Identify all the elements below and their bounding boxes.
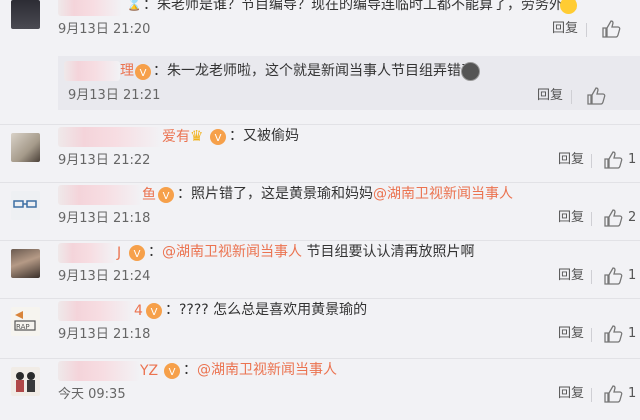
hourglass-icon: ⌛ [126, 0, 143, 12]
comment-text: ：照片错了，这是黄景瑜和妈妈@湖南卫视新闻当事人 [177, 185, 513, 204]
comment-4: 鱼 V ：照片错了，这是黄景瑜和妈妈@湖南卫视新闻当事人 9月13日 21:18… [0, 182, 640, 241]
divider [591, 388, 592, 402]
like-icon[interactable] [603, 385, 623, 403]
mention-link[interactable]: @湖南卫视新闻当事人 [162, 244, 302, 260]
timestamp: 9月13日 21:20 [58, 22, 151, 37]
avatar[interactable] [11, 367, 40, 396]
comment-5: J V ：@湖南卫视新闻当事人 节目组要认认清再放照片啊 9月13日 21:24… [0, 240, 640, 299]
username-blurred[interactable] [58, 301, 134, 321]
username-tail[interactable]: 爱有 [162, 128, 190, 146]
mention-link[interactable]: @湖南卫视新闻当事人 [197, 362, 337, 378]
avatar[interactable] [11, 133, 40, 162]
vip-badge-icon: V [129, 245, 145, 261]
comment-text: ：@湖南卫视新闻当事人 节目组要认认清再放照片啊 [148, 243, 474, 262]
svg-text:V: V [140, 68, 147, 79]
vip-badge-icon: V [164, 363, 180, 379]
svg-text:V: V [169, 367, 176, 378]
reply-button[interactable]: 回复 [558, 326, 584, 342]
comment-1: ⌛ ：朱老师是谁？节目编导？现在的编导连临时工都不能算了，劳务外包 9月13日 … [0, 0, 640, 52]
avatar[interactable] [11, 249, 40, 278]
comment-3: 爱有 ♛ V ：又被偷妈 9月13日 21:22 回复 1 [0, 124, 640, 183]
svg-text:V: V [163, 191, 170, 202]
like-count: 1 [628, 268, 637, 283]
comment-7: YZ V ：@湖南卫视新闻当事人 今天 09:35 回复 1 [0, 358, 640, 417]
like-icon[interactable] [603, 325, 623, 343]
username-blurred[interactable] [58, 243, 116, 263]
like-icon[interactable] [603, 209, 623, 227]
username-blurred[interactable] [58, 127, 162, 147]
username-tail[interactable]: 4 [134, 302, 143, 320]
comment-text: ：朱老师是谁？节目编导？现在的编导连临时工都不能算了，劳务外包 [143, 0, 577, 13]
timestamp: 9月13日 21:18 [58, 327, 151, 342]
username-blurred[interactable] [58, 361, 140, 381]
username-tail[interactable]: YZ [140, 362, 158, 380]
mention-link[interactable]: @湖南卫视新闻当事人 [373, 186, 513, 202]
vip-badge-icon: V [135, 64, 151, 80]
svg-text:V: V [215, 133, 222, 144]
emoji-icon [461, 62, 480, 81]
username-blurred[interactable] [58, 0, 122, 16]
svg-text:V: V [134, 249, 141, 260]
colon: ： [183, 362, 197, 378]
username-tail[interactable]: 理 [120, 62, 134, 80]
reply-thread: 理 V ：朱一龙老师啦，这个就是新闻当事人节目组弄错了 9月13日 21:21 … [58, 56, 640, 110]
colon: ： [148, 244, 162, 260]
like-icon[interactable] [603, 267, 623, 285]
avatar[interactable] [11, 0, 40, 29]
divider [591, 212, 592, 226]
like-count: 2 [628, 210, 637, 225]
comment-text: ：又被偷妈 [229, 128, 299, 144]
username-blurred[interactable] [58, 185, 142, 205]
reply-button[interactable]: 回复 [552, 21, 578, 37]
like-count: 1 [628, 152, 637, 167]
vip-badge-icon: V [158, 187, 174, 203]
timestamp: 9月13日 21:18 [58, 211, 151, 226]
username-tail[interactable]: 鱼 [142, 186, 156, 204]
username-tail[interactable]: J [117, 244, 121, 262]
username-blurred[interactable] [64, 61, 120, 81]
reply-button[interactable]: 回复 [558, 210, 584, 226]
divider [591, 328, 592, 342]
comment-text: ：???? 怎么总是喜欢用黄景瑜的 [165, 302, 368, 318]
svg-text:RAP: RAP [16, 323, 30, 331]
divider [571, 90, 572, 104]
timestamp: 今天 09:35 [58, 387, 126, 402]
reply-text: ：朱一龙老师啦，这个就是新闻当事人节目组弄错了 [153, 63, 475, 79]
reply-button[interactable]: 回复 [558, 386, 584, 402]
like-icon[interactable] [586, 87, 606, 105]
reply-button[interactable]: 回复 [558, 268, 584, 284]
avatar[interactable] [11, 191, 40, 220]
like-icon[interactable] [601, 20, 621, 38]
reply-button[interactable]: 回复 [537, 88, 563, 104]
timestamp: 9月13日 21:21 [68, 88, 161, 103]
timestamp: 9月13日 21:24 [58, 269, 151, 284]
vip-badge-icon: V [146, 303, 162, 319]
like-count: 1 [628, 386, 637, 401]
svg-text:V: V [151, 307, 158, 318]
divider [591, 154, 592, 168]
timestamp: 9月13日 21:22 [58, 153, 151, 168]
avatar[interactable]: RAP [11, 307, 40, 336]
divider [586, 23, 587, 37]
like-icon[interactable] [603, 151, 623, 169]
crown-icon: ♛ [190, 127, 204, 145]
comment-6: RAP 4 V ：???? 怎么总是喜欢用黄景瑜的 9月13日 21:18 回复… [0, 298, 640, 357]
comment-body: 节目组要认认清再放照片啊 [302, 244, 475, 260]
vip-badge-icon: V [210, 129, 226, 145]
divider [591, 270, 592, 284]
like-count: 1 [628, 326, 637, 341]
comment-text: ：@湖南卫视新闻当事人 [183, 361, 337, 380]
reply-button[interactable]: 回复 [558, 152, 584, 168]
comment-body: ：照片错了，这是黄景瑜和妈妈 [177, 186, 373, 202]
